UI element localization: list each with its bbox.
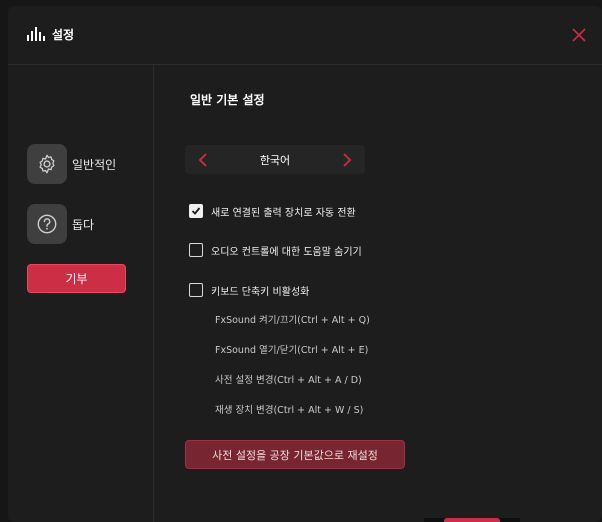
option-label: 오디오 컨트롤에 대한 도움말 숨기기 bbox=[211, 246, 362, 258]
option-hide-help[interactable]: 오디오 컨트롤에 대한 도움말 숨기기 bbox=[189, 242, 362, 258]
equalizer-icon bbox=[27, 27, 45, 41]
option-label: 키보드 단축키 비활성화 bbox=[211, 286, 310, 298]
donate-button[interactable]: 기부 bbox=[27, 264, 126, 293]
sidebar-item-help[interactable]: 돕다 bbox=[27, 204, 94, 244]
option-label: 새로 연결된 출력 장치로 자동 전환 bbox=[211, 207, 356, 219]
checkbox[interactable] bbox=[189, 283, 203, 297]
gear-icon bbox=[27, 144, 67, 184]
checkbox-checked[interactable] bbox=[189, 204, 203, 218]
language-selector: 한국어 bbox=[185, 145, 365, 174]
window-title: 설정 bbox=[52, 28, 75, 42]
language-value: 한국어 bbox=[259, 154, 291, 167]
title-bar: 설정 bbox=[8, 6, 602, 64]
option-disable-shortcuts[interactable]: 키보드 단축키 비활성화 bbox=[189, 282, 309, 298]
checkbox[interactable] bbox=[189, 243, 203, 257]
section-title: 일반 기본 설정 bbox=[190, 93, 265, 107]
sidebar-item-general[interactable]: 일반적인 bbox=[27, 144, 116, 184]
shortcut-text: 사전 설정 변경(Ctrl + Alt + A / D) bbox=[215, 375, 362, 386]
question-icon bbox=[27, 204, 67, 244]
option-auto-switch[interactable]: 새로 연결된 출력 장치로 자동 전환 bbox=[189, 203, 356, 219]
shortcut-text: FxSound 열기/닫기(Ctrl + Alt + E) bbox=[215, 345, 369, 356]
background-accent bbox=[444, 518, 500, 522]
checkmark-icon bbox=[191, 207, 201, 215]
header-divider bbox=[8, 64, 602, 65]
background-app-edge bbox=[424, 518, 520, 522]
shortcut-text: 재생 장치 변경(Ctrl + Alt + W / S) bbox=[215, 405, 364, 416]
settings-window: 설정 일반적인 돕다 기부 일반 기본 설정 한국어 새로 연결된 출력 장치로… bbox=[8, 6, 602, 522]
close-icon[interactable] bbox=[570, 26, 588, 44]
reset-presets-button[interactable]: 사전 설정을 공장 기본값으로 재설정 bbox=[185, 440, 405, 469]
sidebar-divider bbox=[153, 65, 154, 522]
shortcut-text: FxSound 켜기/끄기(Ctrl + Alt + Q) bbox=[215, 315, 370, 326]
chevron-right-icon[interactable] bbox=[341, 152, 353, 168]
sidebar-item-label: 일반적인 bbox=[72, 157, 117, 172]
sidebar-item-label: 돕다 bbox=[72, 217, 95, 232]
